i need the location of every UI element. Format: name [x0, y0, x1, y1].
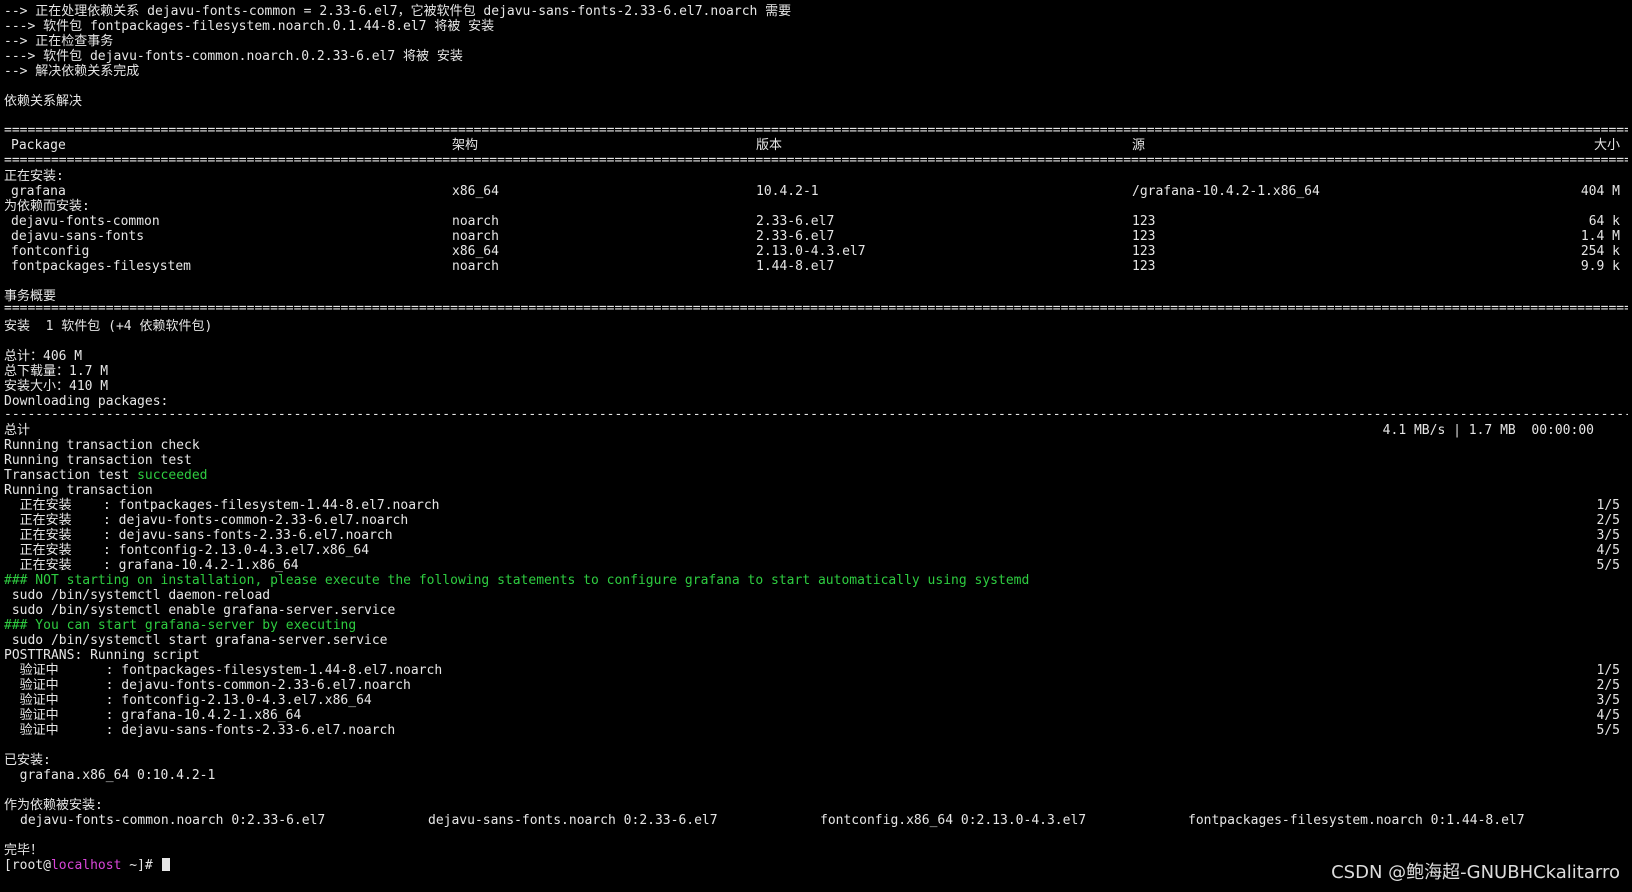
prompt-rest: ~]# — [121, 858, 161, 873]
step-count: 5/5 — [1596, 558, 1620, 573]
installed-package: grafana.x86_64 0:10.4.2-1 — [4, 768, 216, 783]
cell-package: fontconfig — [11, 244, 90, 259]
total-line: 总计：406 M — [4, 349, 83, 364]
cell-size: 254 k — [1580, 244, 1620, 259]
step-count: 3/5 — [1596, 528, 1620, 543]
cell-arch: x86_64 — [452, 184, 499, 199]
step-count: 4/5 — [1596, 543, 1620, 558]
output-line: Running transaction test — [4, 453, 192, 468]
column-header-version: 版本 — [756, 138, 783, 153]
step-count: 1/5 — [1596, 498, 1620, 513]
dep-installed-item: dejavu-sans-fonts.noarch 0:2.33-6.el7 — [428, 813, 718, 828]
separator-dashed: ----------------------------------------… — [4, 410, 1628, 420]
command-line: sudo /bin/systemctl enable grafana-serve… — [4, 603, 396, 618]
cell-repo: 123 — [1132, 229, 1156, 244]
installed-label: 已安装: — [4, 753, 51, 768]
test-status: succeeded — [137, 468, 208, 483]
separator-double: ========================================… — [4, 304, 1628, 314]
cell-version: 2.33-6.el7 — [756, 214, 835, 229]
cell-arch: noarch — [452, 214, 499, 229]
column-header-size: 大小 — [1593, 138, 1620, 153]
install-step: 正在安装 : fontconfig-2.13.0-4.3.el7.x86_64 — [4, 543, 370, 558]
terminal-window[interactable]: --> 正在处理依赖关系 dejavu-fonts-common = 2.33-… — [4, 4, 1628, 884]
cell-version: 2.33-6.el7 — [756, 229, 835, 244]
output-line: Running transaction — [4, 483, 153, 498]
output-line: ---> 软件包 fontpackages-filesystem.noarch.… — [4, 19, 495, 34]
step-count: 5/5 — [1596, 723, 1620, 738]
cell-arch: noarch — [452, 259, 499, 274]
watermark: CSDN @鲍海超-GNUBHCkalitarro — [1331, 862, 1620, 883]
command-line: sudo /bin/systemctl daemon-reload — [4, 588, 271, 603]
verify-step: 验证中 : grafana-10.4.2-1.x86_64 — [4, 708, 302, 723]
dep-installed-label: 作为依赖被安装: — [4, 798, 103, 813]
installing-label: 正在安装: — [4, 169, 64, 184]
column-header-repo: 源 — [1132, 138, 1146, 153]
cell-version: 1.44-8.el7 — [756, 259, 835, 274]
output-line: ---> 软件包 dejavu-fonts-common.noarch.0.2.… — [4, 49, 463, 64]
cell-repo: 123 — [1132, 214, 1156, 229]
step-count: 3/5 — [1596, 693, 1620, 708]
output-line: --> 正在处理依赖关系 dejavu-fonts-common = 2.33-… — [4, 4, 792, 19]
verify-step: 验证中 : dejavu-fonts-common-2.33-6.el7.noa… — [4, 678, 411, 693]
cell-package: dejavu-sans-fonts — [11, 229, 145, 244]
downloading-line: Downloading packages: — [4, 394, 169, 409]
cell-version: 10.4.2-1 — [756, 184, 819, 199]
cell-repo: 123 — [1132, 244, 1156, 259]
deps-label: 为依赖而安装: — [4, 199, 90, 214]
separator-double: ========================================… — [4, 156, 1628, 166]
dep-installed-item: dejavu-fonts-common.noarch 0:2.33-6.el7 — [20, 813, 326, 828]
cell-repo: 123 — [1132, 259, 1156, 274]
install-step: 正在安装 : dejavu-sans-fonts-2.33-6.el7.noar… — [4, 528, 393, 543]
test-result-line: Transaction test succeeded — [4, 468, 208, 483]
column-header-arch: 架构 — [452, 138, 479, 153]
cell-size: 1.4 M — [1580, 229, 1620, 244]
install-step: 正在安装 : fontpackages-filesystem-1.44-8.el… — [4, 498, 440, 513]
cell-size: 64 k — [1588, 214, 1620, 229]
prompt-host: localhost — [50, 858, 122, 873]
cell-size: 404 M — [1580, 184, 1620, 199]
notice-line: ### NOT starting on installation, please… — [4, 573, 1030, 588]
test-prefix: Transaction test — [4, 468, 138, 483]
step-count: 1/5 — [1596, 663, 1620, 678]
install-step: 正在安装 : dejavu-fonts-common-2.33-6.el7.no… — [4, 513, 409, 528]
column-header-package: Package — [11, 138, 66, 153]
verify-step: 验证中 : fontconfig-2.13.0-4.3.el7.x86_64 — [4, 693, 372, 708]
prompt-open: [root@ — [4, 858, 51, 873]
complete-line: 完毕！ — [4, 843, 44, 858]
step-count: 2/5 — [1596, 513, 1620, 528]
command-line: sudo /bin/systemctl start grafana-server… — [4, 633, 388, 648]
total-label: 总计 — [4, 423, 31, 438]
step-count: 2/5 — [1596, 678, 1620, 693]
step-count: 4/5 — [1596, 708, 1620, 723]
summary-title: 事务概要 — [4, 289, 57, 304]
output-line: Running transaction check — [4, 438, 200, 453]
separator-double: ========================================… — [4, 126, 1628, 136]
output-line: --> 正在检查事务 — [4, 34, 114, 49]
cell-repo: /grafana-10.4.2-1.x86_64 — [1132, 184, 1320, 199]
total-line: 安装大小：410 M — [4, 379, 109, 394]
total-line: 总下载量：1.7 M — [4, 364, 109, 379]
cell-version: 2.13.0-4.3.el7 — [756, 244, 866, 259]
text-cursor — [161, 858, 170, 871]
summary-install: 安装 1 软件包 (+4 依赖软件包) — [4, 319, 213, 334]
verify-step: 验证中 : fontpackages-filesystem-1.44-8.el7… — [4, 663, 443, 678]
download-speed: 4.1 MB/s | 1.7 MB 00:00:00 — [1382, 423, 1594, 438]
output-line: --> 解决依赖关系完成 — [4, 64, 140, 79]
cell-size: 9.9 k — [1580, 259, 1620, 274]
cell-package: fontpackages-filesystem — [11, 259, 192, 274]
deps-resolved-text: 依赖关系解决 — [4, 94, 83, 109]
dep-installed-item: fontconfig.x86_64 0:2.13.0-4.3.el7 — [820, 813, 1087, 828]
output-line: POSTTRANS: Running script — [4, 648, 200, 663]
cell-arch: noarch — [452, 229, 499, 244]
dep-installed-item: fontpackages-filesystem.noarch 0:1.44-8.… — [1188, 813, 1525, 828]
cell-package: dejavu-fonts-common — [11, 214, 160, 229]
cell-package: grafana — [11, 184, 66, 199]
shell-prompt[interactable]: [root@localhost ~]# — [4, 858, 170, 873]
install-step: 正在安装 : grafana-10.4.2-1.x86_64 — [4, 558, 299, 573]
verify-step: 验证中 : dejavu-sans-fonts-2.33-6.el7.noarc… — [4, 723, 396, 738]
notice-line: ### You can start grafana-server by exec… — [4, 618, 357, 633]
cell-arch: x86_64 — [452, 244, 499, 259]
